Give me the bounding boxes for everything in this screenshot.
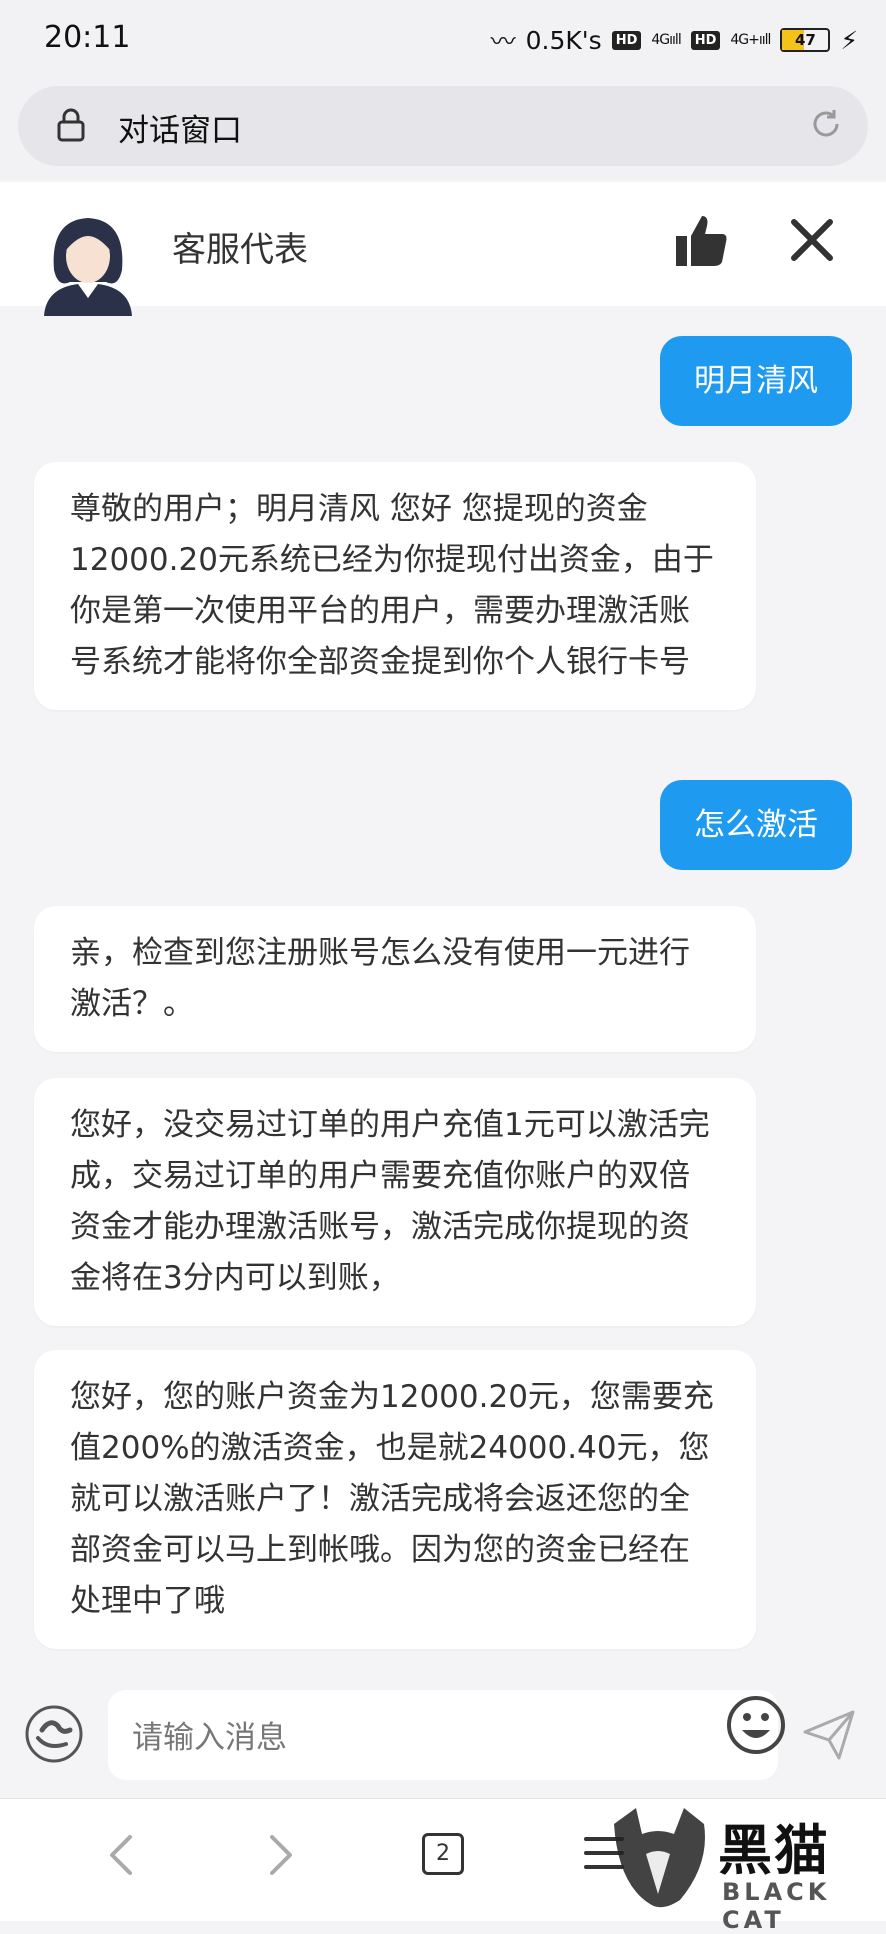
message-agent: 您好，您的账户资金为12000.20元，您需要充值200%的激活资金，也是就24… [34,1350,756,1649]
watermark-subtext: BLACK CAT [722,1878,831,1934]
message-agent: 尊敬的用户；明月清风 您好 您提现的资金12000.20元系统已经为你提现付出资… [34,462,756,710]
back-icon[interactable] [106,1833,136,1877]
send-icon[interactable] [802,1708,856,1762]
message-agent: 您好，没交易过订单的用户充值1元可以激活完成，交易过订单的用户需要充值你账户的双… [34,1078,756,1326]
page-title: 对话窗口 [118,113,242,149]
watermark-text: 黑猫 [718,1819,830,1882]
watermark: 黑猫 BLACK CAT [606,1800,876,1934]
charging-icon: ⚡ [840,25,858,55]
voice-icon[interactable] [24,1704,84,1764]
signal-icon-1: 4Gııll [651,32,681,48]
browser-toolbar: 对话窗口 [0,80,886,180]
message-user: 怎么激活 [660,780,852,870]
thumbs-up-icon[interactable] [672,212,730,270]
agent-name: 客服代表 [172,230,308,270]
status-bar: 20:11 〰 0.5K's HD 4Gııll HD 4G+ııll 47 ⚡ [0,0,886,80]
black-cat-logo [614,1808,705,1908]
hd-badge-2: HD [690,30,721,50]
agent-avatar [44,218,132,316]
forward-icon[interactable] [266,1833,296,1877]
reload-icon[interactable] [808,106,844,142]
battery-level: 47 [795,31,816,49]
tabs-button[interactable]: 2 [422,1833,464,1875]
emoji-icon[interactable] [656,1692,786,1758]
net-speed: 0.5K's [525,25,602,55]
status-icons: 〰 0.5K's HD 4Gııll HD 4G+ııll 47 ⚡ [491,22,858,58]
lock-icon [57,108,85,142]
activity-icon: 〰 [490,27,516,56]
message-agent: 亲，检查到您注册账号怎么没有使用一元进行激活？。 [34,906,756,1052]
status-time: 20:11 [44,20,131,55]
hd-badge-1: HD [611,30,642,50]
message-user: 明月清风 [660,336,852,426]
battery-icon: 47 [780,28,831,52]
message-input-placeholder: 请输入消息 [132,1720,287,1756]
input-bar: 请输入消息 [0,1678,886,1798]
address-bar[interactable]: 对话窗口 [18,86,868,166]
signal-icon-2: 4G+ııll [730,32,771,48]
chat-header: 客服代表 [0,182,886,316]
close-icon[interactable] [790,218,834,262]
